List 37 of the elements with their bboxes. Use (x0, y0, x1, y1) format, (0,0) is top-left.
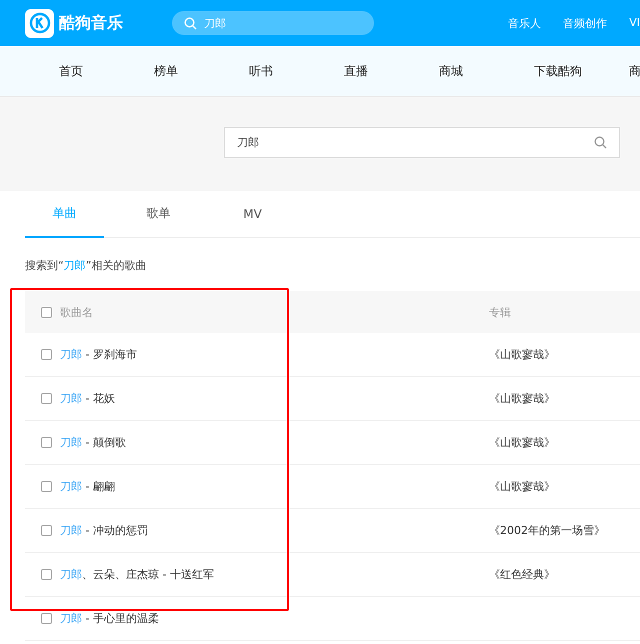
song-title[interactable]: 刀郎 - 颠倒歌 (60, 435, 126, 450)
checkbox[interactable] (41, 393, 52, 404)
logo-icon (25, 8, 54, 38)
checkbox[interactable] (41, 481, 52, 492)
checkbox[interactable] (41, 525, 52, 536)
song-title[interactable]: 刀郎 - 手心里的温柔 (60, 611, 159, 626)
album-link[interactable]: 《山歌寥哉》 (489, 392, 555, 405)
album-link[interactable]: 《红色经典》 (489, 568, 555, 581)
nav-link[interactable]: 商城 (439, 62, 534, 80)
album-link[interactable]: 《山歌寥哉》 (489, 480, 555, 493)
song-title[interactable]: 刀郎 - 冲动的惩罚 (60, 523, 148, 538)
result-note: 搜索到“刀郎”相关的歌曲 (25, 258, 148, 273)
song-title[interactable]: 刀郎 - 罗刹海市 (60, 347, 137, 362)
tab[interactable]: MV (213, 191, 292, 238)
nav-link[interactable]: 听书 (249, 62, 344, 80)
checkbox[interactable] (41, 569, 52, 580)
logo-text: 酷狗音乐 (59, 12, 123, 34)
checkbox[interactable] (41, 613, 52, 624)
column-header: 专辑 (489, 306, 511, 318)
nav-link[interactable]: 直播 (344, 62, 439, 80)
tab[interactable]: 歌单 (119, 191, 198, 238)
album-link[interactable]: 《2002年的第一场雪》 (489, 524, 605, 537)
song-title[interactable]: 刀郎 - 花妖 (60, 391, 115, 406)
nav-link[interactable]: 首页 (59, 62, 154, 80)
column-header: 歌曲名 (60, 304, 93, 320)
song-title[interactable]: 刀郎、云朵、庄杰琼 - 十送红军 (60, 567, 214, 582)
nav-link[interactable]: 下载酷狗 (534, 62, 629, 80)
checkbox[interactable] (41, 306, 52, 318)
checkbox[interactable] (41, 349, 52, 360)
checkbox[interactable] (41, 437, 52, 448)
album-link[interactable]: 《山歌寥哉》 (489, 436, 555, 449)
search-icon (184, 16, 197, 30)
album-link[interactable]: 《山歌寥哉》 (489, 348, 555, 361)
search-field[interactable]: 刀郎 (224, 127, 620, 158)
song-title[interactable]: 刀郎 - 翩翩 (60, 479, 115, 494)
search-icon[interactable] (594, 136, 607, 149)
nav-link[interactable]: 榜单 (154, 62, 249, 80)
